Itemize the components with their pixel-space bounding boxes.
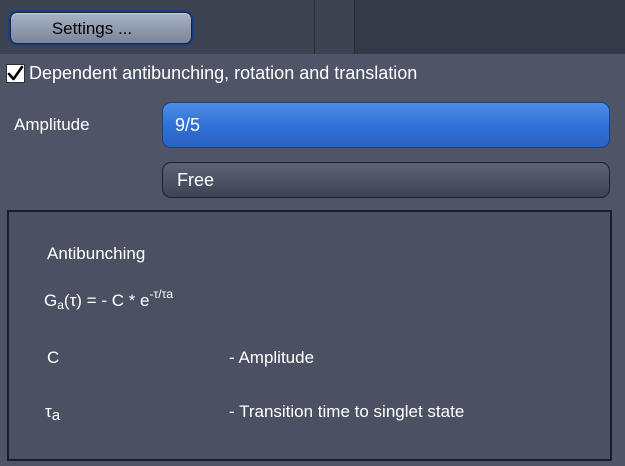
tau-glyph: τ [45,402,52,421]
dependent-option-row[interactable]: Dependent antibunching, rotation and tra… [6,60,417,86]
formula-heading: Antibunching [47,244,146,263]
amplitude-label: Amplitude [14,115,90,134]
equation-exponent: -τ/τa [149,287,173,301]
settings-window: Settings ... Dependent antibunching, rot… [0,0,625,466]
top-toolbar: Settings ... [0,0,625,54]
param-c-symbol: C [47,348,60,367]
amplitude-field[interactable]: 9/5 [162,102,610,148]
formula-panel: Antibunching Ga(τ) = - C * e-τ/τa C - Am… [7,210,612,461]
param-tau-description: - Transition time to singlet state [229,402,465,421]
toolbar-right-panel [355,0,625,54]
dependent-checkbox-label: Dependent antibunching, rotation and tra… [29,62,418,83]
formula-equation: Ga(τ) = - C * e-τ/τa [44,287,173,312]
equation-subscript: a [57,298,64,312]
equation-g: G [44,291,58,310]
dependent-checkbox[interactable] [6,63,25,83]
equation-rhs: (τ) = - C * e [63,291,150,310]
param-tau-symbol: τa [45,402,61,424]
settings-button[interactable]: Settings ... [10,12,192,44]
param-c-description: - Amplitude [229,348,315,367]
toolbar-divider [314,0,315,54]
tau-subscript: a [51,407,61,424]
checkmark-icon [7,65,24,80]
fit-mode-select[interactable]: Free [162,162,610,198]
